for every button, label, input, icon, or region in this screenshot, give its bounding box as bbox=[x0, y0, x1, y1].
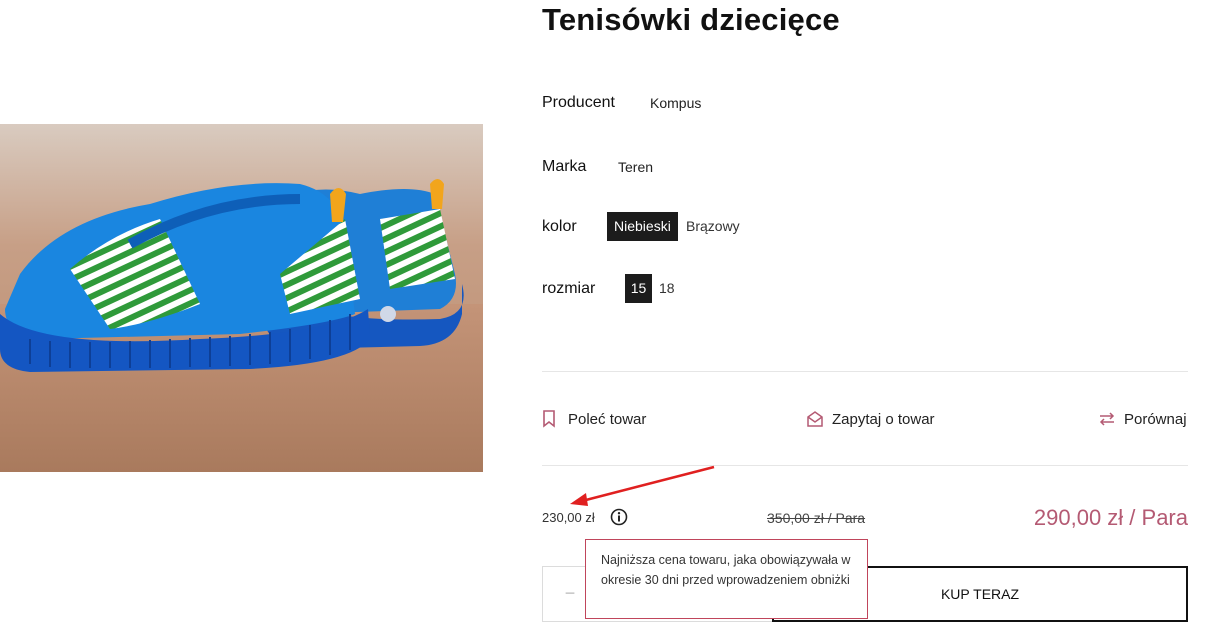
old-price: 350,00 zł / Para bbox=[767, 510, 866, 526]
annotation-arrow bbox=[570, 465, 715, 506]
envelope-open-icon bbox=[806, 410, 824, 428]
recommend-link[interactable]: Poleć towar bbox=[542, 409, 646, 429]
lowest-price-tooltip: Najniższa cena towaru, jaka obowiązywała… bbox=[585, 539, 868, 619]
color-option-niebieski[interactable]: Niebieski bbox=[607, 212, 678, 241]
size-option-18[interactable]: 18 bbox=[659, 274, 675, 303]
lowest-price: 230,00 zł bbox=[542, 510, 595, 525]
ask-label: Zapytaj o towar bbox=[832, 410, 935, 428]
quantity-minus-button[interactable]: − bbox=[560, 582, 580, 604]
producer-label: Producent bbox=[542, 94, 615, 111]
product-image bbox=[0, 124, 483, 472]
color-option-brazowy[interactable]: Brązowy bbox=[686, 212, 740, 241]
brand-label: Marka bbox=[542, 158, 587, 175]
divider-top bbox=[542, 371, 1188, 372]
recommend-label: Poleć towar bbox=[568, 410, 647, 428]
size-option-15[interactable]: 15 bbox=[625, 274, 652, 303]
color-label: kolor bbox=[542, 218, 577, 235]
compare-label: Porównaj bbox=[1124, 410, 1187, 428]
producer-value[interactable]: Kompus bbox=[650, 95, 701, 111]
compare-arrows-icon bbox=[1098, 410, 1116, 428]
size-label: rozmiar bbox=[542, 280, 596, 297]
bookmark-icon bbox=[542, 410, 560, 428]
ask-link[interactable]: Zapytaj o towar bbox=[806, 409, 935, 429]
product-title: Tenisówki dziecięce bbox=[542, 2, 840, 37]
brand-value[interactable]: Teren bbox=[618, 159, 653, 175]
current-price: 290,00 zł / Para bbox=[1033, 505, 1188, 530]
compare-link[interactable]: Porównaj bbox=[1098, 409, 1187, 429]
